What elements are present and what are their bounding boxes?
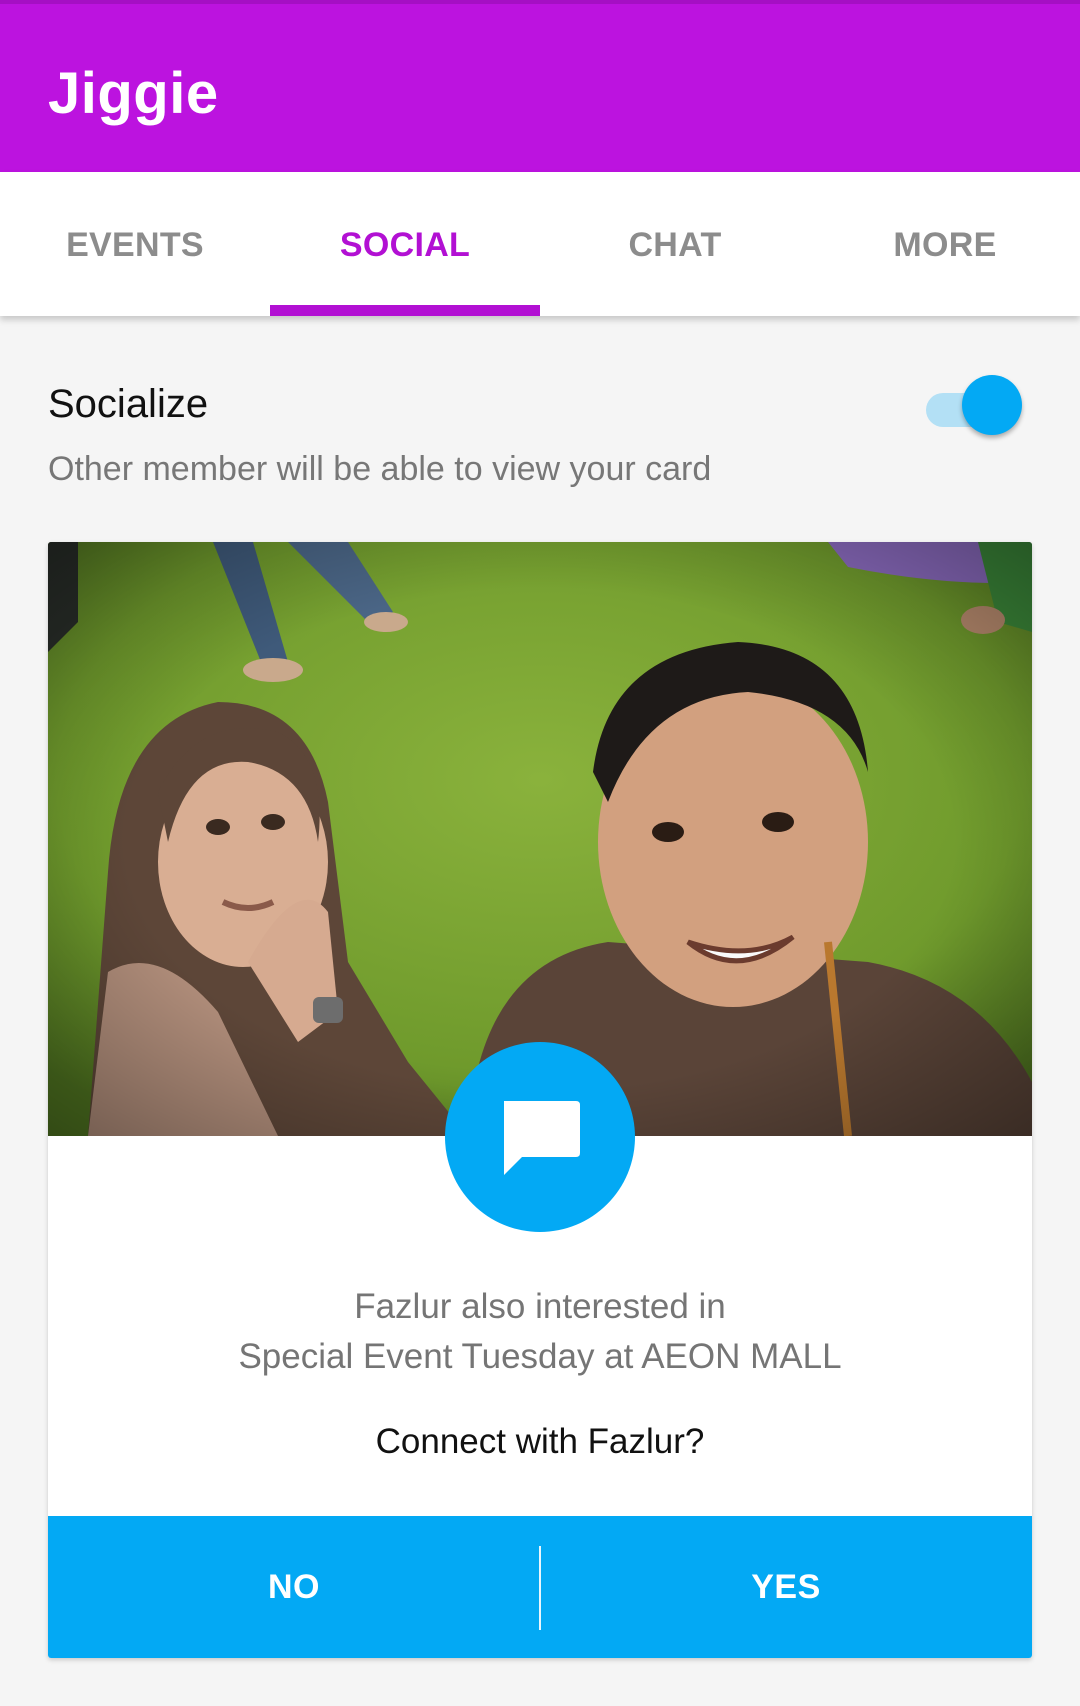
socialize-toggle[interactable] [926, 375, 1022, 435]
tab-bar: EVENTS SOCIAL CHAT MORE [0, 172, 1080, 316]
app-bar: Jiggie [0, 4, 1080, 172]
tab-label: EVENTS [66, 226, 204, 264]
action-divider [539, 1546, 541, 1630]
toggle-thumb [962, 375, 1022, 435]
tab-social[interactable]: SOCIAL [270, 172, 540, 316]
tab-label: MORE [893, 226, 997, 264]
connect-prompt: Connect with Fazlur? [375, 1422, 705, 1461]
tab-indicator [270, 305, 540, 316]
social-card: Fazlur also interested in Special Event … [48, 542, 1032, 1658]
tab-label: CHAT [628, 226, 722, 264]
chat-button[interactable] [445, 1042, 635, 1232]
tab-label: SOCIAL [339, 226, 471, 264]
chat-bubble-icon [504, 1101, 580, 1175]
interest-line-2: Special Event Tuesday at AEON MALL [238, 1337, 842, 1376]
yes-button[interactable]: YES [540, 1516, 1032, 1658]
tab-more[interactable]: MORE [810, 172, 1080, 316]
no-button[interactable]: NO [48, 1516, 540, 1658]
interest-text: Fazlur also interested in Special Event … [48, 1282, 1032, 1382]
action-bar: NO YES [48, 1516, 1032, 1658]
socialize-title: Socialize [48, 382, 209, 426]
tab-chat[interactable]: CHAT [540, 172, 810, 316]
socialize-subtitle: Other member will be able to view your c… [48, 450, 712, 488]
app-title: Jiggie [48, 61, 219, 126]
tab-events[interactable]: EVENTS [0, 172, 270, 316]
interest-line-1: Fazlur also interested in [354, 1287, 726, 1326]
